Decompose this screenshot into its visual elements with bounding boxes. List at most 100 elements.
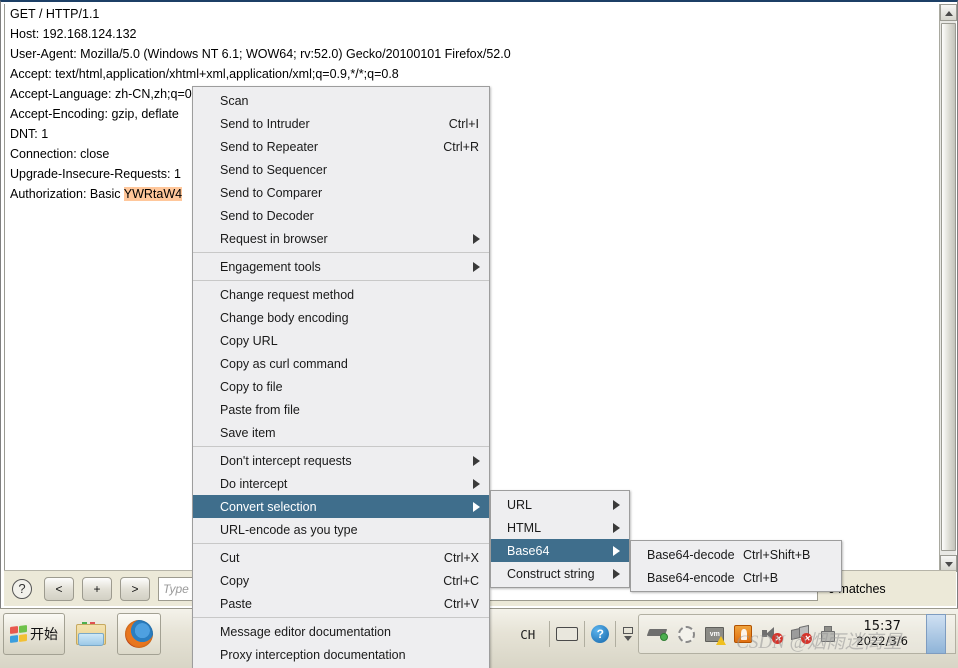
menu-item-label: Convert selection (220, 499, 317, 514)
triangle-up-icon (945, 11, 953, 16)
taskbar-item-file-explorer[interactable] (69, 613, 113, 655)
menu-item-label: Proxy interception documentation (220, 647, 406, 662)
submenu-item-construct-string[interactable]: Construct string (491, 562, 629, 585)
menu-item-engagement-tools[interactable]: Engagement tools (193, 255, 489, 278)
ring-status-icon[interactable] (678, 625, 696, 643)
vertical-scrollbar[interactable] (939, 4, 957, 572)
tray-divider (584, 621, 586, 647)
menu-item-paste[interactable]: Paste Ctrl+V (193, 592, 489, 615)
menu-item-accelerator: Ctrl+C (443, 573, 479, 588)
menu-item-send-to-decoder[interactable]: Send to Decoder (193, 204, 489, 227)
menu-item-message-editor-documentation[interactable]: Message editor documentation (193, 620, 489, 643)
menu-item-label: Cut (220, 550, 240, 565)
context-menu[interactable]: Scan Send to Intruder Ctrl+I Send to Repe… (192, 86, 490, 668)
taskbar-item-firefox[interactable] (117, 613, 161, 655)
chevron-right-icon (473, 456, 480, 466)
menu-item-send-to-comparer[interactable]: Send to Comparer (193, 181, 489, 204)
removable-device-icon[interactable] (820, 625, 836, 643)
menu-item-request-in-browser[interactable]: Request in browser (193, 227, 489, 250)
menu-item-copy-url[interactable]: Copy URL (193, 329, 489, 352)
menu-item-label: Change request method (220, 287, 355, 302)
menu-separator (193, 617, 489, 618)
taskbar-clock[interactable]: 15:37 2022/3/6 (856, 619, 908, 649)
menu-item-change-body-encoding[interactable]: Change body encoding (193, 306, 489, 329)
authorization-label: Authorization: Basic (10, 187, 124, 201)
menu-item-label: Save item (220, 425, 276, 440)
submenu-item-base64-encode[interactable]: Base64-encode Ctrl+B (631, 566, 841, 589)
java-icon[interactable] (734, 625, 753, 643)
submenu-item-base64[interactable]: Base64 (491, 539, 629, 562)
show-hidden-icons-icon[interactable] (622, 627, 634, 641)
system-tray: CH ? vm ✕ ✕ 15:37 2022/3/6 (512, 613, 956, 655)
keyboard-icon[interactable] (556, 627, 579, 641)
menu-item-cut[interactable]: Cut Ctrl+X (193, 546, 489, 569)
submenu-item-url[interactable]: URL (491, 493, 629, 516)
vmware-warning-icon[interactable]: vm (705, 626, 727, 645)
capture-tool-icon[interactable] (647, 627, 669, 641)
menu-item-label: Request in browser (220, 231, 328, 246)
menu-item-send-to-intruder[interactable]: Send to Intruder Ctrl+I (193, 112, 489, 135)
menu-item-copy[interactable]: Copy Ctrl+C (193, 569, 489, 592)
request-line: Accept: text/html,application/xhtml+xml,… (10, 67, 399, 81)
search-next-button[interactable]: > (120, 576, 150, 601)
menu-item-accelerator: Ctrl+Shift+B (743, 547, 811, 562)
menu-item-send-to-sequencer[interactable]: Send to Sequencer (193, 158, 489, 181)
menu-item-change-request-method[interactable]: Change request method (193, 283, 489, 306)
menu-item-label: Base64 (507, 543, 550, 558)
submenu-item-base64-decode[interactable]: Base64-decode Ctrl+Shift+B (631, 543, 841, 566)
submenu-item-html[interactable]: HTML (491, 516, 629, 539)
menu-item-label: Copy (220, 573, 250, 588)
menu-item-label: Do intercept (220, 476, 288, 491)
menu-item-label: Change body encoding (220, 310, 349, 325)
network-error-icon[interactable]: ✕ (791, 624, 813, 644)
menu-item-dont-intercept-requests[interactable]: Don't intercept requests (193, 449, 489, 472)
ime-indicator[interactable]: CH (520, 627, 535, 642)
menu-item-label: Base64-decode (647, 547, 735, 562)
menu-item-label: Copy as curl command (220, 356, 348, 371)
volume-muted-icon[interactable]: ✕ (762, 626, 784, 644)
menu-item-label: Engagement tools (220, 259, 321, 274)
menu-item-label: Send to Sequencer (220, 162, 328, 177)
menu-item-convert-selection[interactable]: Convert selection (193, 495, 489, 518)
search-add-button[interactable]: + (82, 576, 112, 601)
convert-selection-submenu[interactable]: URL HTML Base64 Construct string (490, 490, 630, 588)
menu-item-paste-from-file[interactable]: Paste from file (193, 398, 489, 421)
menu-item-do-intercept[interactable]: Do intercept (193, 472, 489, 495)
scrollbar-thumb[interactable] (941, 23, 956, 551)
menu-item-url-encode-as-you-type[interactable]: URL-encode as you type (193, 518, 489, 541)
help-circle-icon[interactable]: ? (591, 625, 610, 643)
menu-item-accelerator: Ctrl+R (443, 139, 479, 154)
chevron-right-icon (473, 479, 480, 489)
menu-separator (193, 252, 489, 253)
start-button[interactable]: 开始 (3, 613, 65, 655)
scroll-up-button[interactable] (940, 4, 957, 21)
clock-time: 15:37 (863, 619, 901, 634)
search-prev-button[interactable]: < (44, 576, 74, 601)
menu-item-proxy-interception-documentation[interactable]: Proxy interception documentation (193, 643, 489, 666)
file-explorer-icon (76, 622, 106, 646)
menu-item-copy-to-file[interactable]: Copy to file (193, 375, 489, 398)
request-line: GET / HTTP/1.1 (10, 7, 100, 21)
menu-item-scan[interactable]: Scan (193, 89, 489, 112)
menu-item-send-to-repeater[interactable]: Send to Repeater Ctrl+R (193, 135, 489, 158)
menu-item-label: Send to Repeater (220, 139, 318, 154)
chevron-right-icon (473, 262, 480, 272)
chevron-right-icon (473, 234, 480, 244)
base64-submenu[interactable]: Base64-decode Ctrl+Shift+B Base64-encode C… (630, 540, 842, 592)
menu-item-label: Scan (220, 93, 249, 108)
menu-item-copy-as-curl-command[interactable]: Copy as curl command (193, 352, 489, 375)
menu-item-label: HTML (507, 520, 542, 535)
chevron-right-icon (613, 546, 620, 556)
help-icon[interactable]: ? (12, 578, 32, 599)
menu-item-label: URL-encode as you type (220, 522, 358, 537)
menu-item-label: Don't intercept requests (220, 453, 352, 468)
show-desktop-icon[interactable] (926, 614, 946, 654)
request-line: Host: 192.168.124.132 (10, 27, 137, 41)
chevron-right-icon (613, 523, 620, 533)
menu-item-accelerator: Ctrl+B (743, 570, 779, 585)
clock-date: 2022/3/6 (856, 634, 908, 648)
menu-item-label: URL (507, 497, 533, 512)
menu-item-save-item[interactable]: Save item (193, 421, 489, 444)
menu-separator (193, 543, 489, 544)
chevron-right-icon (613, 500, 620, 510)
